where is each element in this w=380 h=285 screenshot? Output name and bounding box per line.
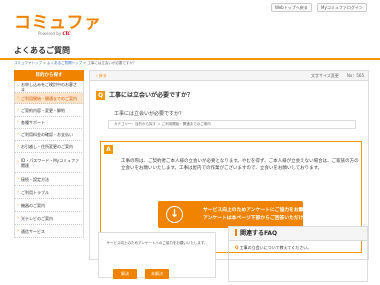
related-faq: 関連するFAQ Q 工事の立会いについて教えてください。	[228, 226, 368, 282]
question-title: 工事には立会いが必要ですか？	[109, 92, 194, 99]
back-link[interactable]: ‹ 戻る	[96, 73, 107, 78]
breadcrumb-faq[interactable]: よくあるご質問トップ	[47, 61, 82, 65]
survey-text: サービス向上のためアンケートへのご協力をお願いいたします。	[106, 241, 208, 245]
sidebar-item-tv[interactable]: 光テレビのご案内	[14, 212, 84, 225]
related-faq-item[interactable]: Q 工事の立会いについて教えてください。	[229, 241, 367, 251]
survey-cta-button[interactable]: ↓ サービス向上のためアンケートにご協力をお願いいたします。 アンケートは本ペー…	[158, 201, 337, 228]
sidebar-item-id-password[interactable]: ID・パスワード・Myコミュファ関連	[14, 153, 84, 173]
question-body: 工事には立会いが必要ですか？	[114, 111, 185, 117]
sidebar-item-connection[interactable]: 接続・設定方法	[14, 173, 84, 186]
sidebar-item-billing[interactable]: ご利用料金の確認・お支払い	[14, 129, 84, 141]
sidebar-item-moving[interactable]: お引越し・住所変更のご案内	[14, 141, 84, 153]
logo-powered-by: Powered by ctc	[38, 29, 71, 37]
breadcrumb-home[interactable]: コミュファトップ	[14, 61, 42, 65]
survey-box: サービス向上のためアンケートへのご協力をお願いいたします。 解決 未解決	[98, 232, 216, 279]
logo[interactable]: コミュファ Powered by ctc	[14, 8, 102, 37]
my-commufa-login-button[interactable]: Myコミュファログイン	[317, 3, 367, 12]
sidebar-heading: 目的から探す	[14, 70, 84, 81]
answer-badge: A	[104, 145, 113, 154]
survey-resolved-button[interactable]: 解決	[113, 269, 137, 279]
breadcrumb-current: 工事には立会いが必要ですか？	[87, 61, 137, 65]
arrow-down-circle-icon: ↓	[166, 206, 183, 223]
sidebar-item-trouble[interactable]: ご利用トラブル	[14, 186, 84, 199]
sidebar-item-phone[interactable]: 通信サービス	[14, 225, 84, 238]
breadcrumb: コミュファトップ > よくあるご質問トップ > 工事には立会いが必要ですか？	[14, 61, 137, 65]
cta-line-2: アンケートは本ページ下部からご回答いただけます。	[203, 216, 318, 221]
orange-divider	[0, 58, 380, 60]
related-faq-heading: 関連するFAQ	[229, 227, 367, 241]
cta-line-1: サービス向上のためアンケートにご協力をお願いいたします。	[203, 208, 337, 213]
question-badge: Q	[96, 91, 105, 100]
sidebar: 目的から探す お申し込みをご検討中のお客さま ご利用開始・開通までのご案内 ご契…	[14, 70, 84, 238]
answer-text: 工事の際は、ご契約者ご本人様の立会いが必要となります。やむを得ず、ご本人様が立会…	[121, 159, 359, 172]
survey-unresolved-button[interactable]: 未解決	[145, 269, 169, 279]
sidebar-item-activation[interactable]: ご利用開始・開通までのご案内	[14, 93, 84, 104]
faq-meta: 文字サイズ変更 No：565	[311, 73, 364, 78]
sidebar-item-devices[interactable]: 機器のご案内	[14, 199, 84, 212]
web-top-button[interactable]: Webトップへ戻る	[271, 3, 312, 12]
page-title: よくあるご質問	[14, 46, 70, 55]
sidebar-item-contract[interactable]: ご契約内容・変更・解約	[14, 104, 84, 117]
question-icon: Q	[235, 245, 239, 250]
sidebar-item-support[interactable]: 各種サポート	[14, 117, 84, 129]
ctc-logo: ctc	[62, 29, 71, 37]
sidebar-item-prospective[interactable]: お申し込みをご検討中のお客さま	[14, 81, 84, 93]
category-box: カテゴリー：目的から探す ＞ ご利用開始・開通までのご案内	[108, 120, 356, 129]
survey-buttons: 解決 未解決	[113, 269, 169, 279]
faq-panel-header: ‹ 戻る 文字サイズ変更 No：565	[90, 71, 368, 81]
